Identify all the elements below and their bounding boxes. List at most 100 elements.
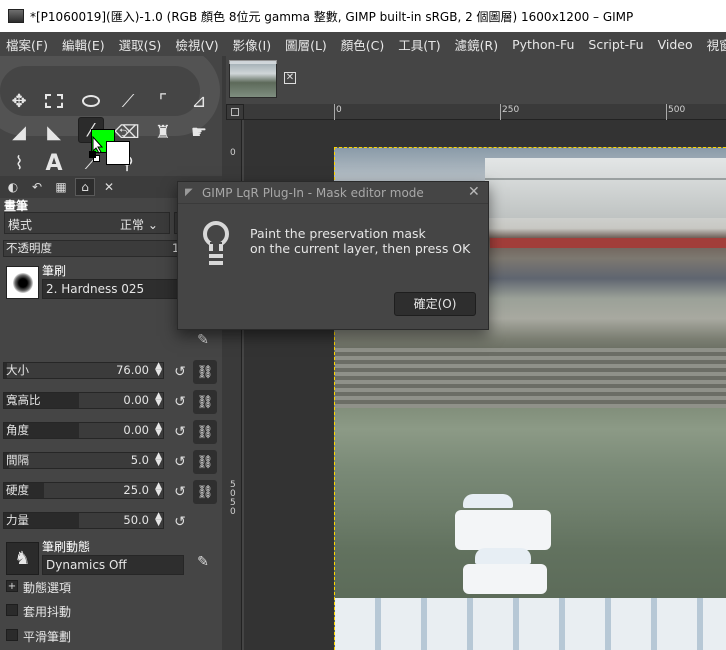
crop-tool-icon[interactable]: ⌜ <box>150 88 176 114</box>
mode-label: 模式 <box>8 218 33 232</box>
menu-python-fu[interactable]: Python-Fu <box>506 37 582 52</box>
horizontal-ruler[interactable]: 0 250 500 <box>244 104 726 120</box>
menu-windows[interactable]: 視窗 <box>701 35 726 54</box>
link-hardness-icon[interactable]: ⛓ <box>193 480 217 504</box>
reset-aspect-icon[interactable]: ↺ <box>170 392 190 412</box>
brush-name-field[interactable]: 2. Hardness 025 <box>42 279 184 299</box>
quick-mask-toggle[interactable] <box>226 104 244 120</box>
chevron-down-icon: ⌄ <box>147 218 158 232</box>
reset-size-icon[interactable]: ↺ <box>170 362 190 382</box>
reset-spacing-icon[interactable]: ↺ <box>170 452 190 472</box>
link-aspect-icon[interactable]: ⛓ <box>193 390 217 414</box>
gimp-app-icon <box>8 9 24 23</box>
image-tab-thumbnail[interactable] <box>229 60 277 98</box>
dynamics-label: 筆刷動態 <box>42 540 91 554</box>
swan-boat <box>455 510 551 550</box>
dynamics-preview-icon[interactable]: ♞ <box>6 542 39 575</box>
aspect-ratio-slider[interactable]: 寬高比 0.00 ▲ ▼ <box>3 392 164 409</box>
warp-transform-tool-icon[interactable]: ◢ <box>6 119 32 145</box>
image-tabs-bar <box>226 56 726 104</box>
edit-dynamics-icon[interactable]: ✎ <box>193 552 213 572</box>
window-title: *[P1060019](匯入)-1.0 (RGB 顏色 8位元 gamma 整數… <box>30 9 634 24</box>
dialog-message: Paint the preservation mask on the curre… <box>250 226 471 256</box>
move-tool-icon[interactable]: ✥ <box>6 88 32 114</box>
close-icon[interactable]: ✕ <box>468 184 480 200</box>
menu-file[interactable]: 檔案(F) <box>0 35 56 54</box>
spin-arrows-icon[interactable]: ▲ ▼ <box>155 512 162 528</box>
lightbulb-icon <box>200 218 232 270</box>
smooth-stroke-checkbox[interactable] <box>6 629 18 641</box>
tool-options-tab-icon[interactable]: ◐ <box>3 178 23 196</box>
close-image-tab-icon[interactable]: ✕ <box>284 72 296 84</box>
fuzzy-select-tool-icon[interactable]: ⟋ <box>115 88 141 114</box>
reset-hardness-icon[interactable]: ↺ <box>170 482 190 502</box>
building-wall <box>485 158 726 218</box>
hardness-slider[interactable]: 硬度 25.0 ▲ ▼ <box>3 482 164 499</box>
mode-value: 正常 ⌄ <box>120 218 158 232</box>
apply-jitter-checkbox[interactable] <box>6 604 18 616</box>
link-size-icon[interactable]: ⛓ <box>193 360 217 384</box>
edit-brush-icon[interactable]: ✎ <box>193 330 213 350</box>
dialog-titlebar[interactable]: ◤ GIMP LqR Plug-In - Mask editor mode ✕ <box>178 182 488 204</box>
boat-canopy <box>463 494 513 508</box>
boat-pier <box>335 598 726 650</box>
text-tool-icon[interactable]: A <box>41 150 67 176</box>
lqr-mask-editor-dialog: ◤ GIMP LqR Plug-In - Mask editor mode ✕ … <box>177 181 489 330</box>
riverside-steps <box>335 348 726 408</box>
link-angle-icon[interactable]: ⛓ <box>193 420 217 444</box>
menu-filters[interactable]: 濾鏡(R) <box>449 35 506 54</box>
reset-angle-icon[interactable]: ↺ <box>170 422 190 442</box>
window-titlebar: *[P1060019](匯入)-1.0 (RGB 顏色 8位元 gamma 整數… <box>0 0 726 32</box>
spin-arrows-icon[interactable]: ▲ ▼ <box>155 422 162 438</box>
menu-colors[interactable]: 顏色(C) <box>335 35 392 54</box>
undo-history-tab-icon[interactable]: ↶ <box>27 178 47 196</box>
menu-script-fu[interactable]: Script-Fu <box>582 37 651 52</box>
dynamics-name-field[interactable]: Dynamics Off <box>42 555 184 575</box>
device-status-tab-icon[interactable]: ⌂ <box>75 178 95 196</box>
swap-colors-icon[interactable]: ⮌ <box>119 124 128 143</box>
paths-tool-icon[interactable]: ⌇ <box>6 150 32 176</box>
swan-boat <box>463 564 547 594</box>
spin-arrows-icon[interactable]: ▲ ▼ <box>155 362 162 378</box>
dynamics-options-label: 動態選項 <box>23 581 72 595</box>
red-roof <box>490 238 726 248</box>
brush-preview[interactable] <box>6 266 39 299</box>
force-slider[interactable]: 力量 50.0 ▲ ▼ <box>3 512 164 529</box>
smooth-stroke-label: 平滑筆劃 <box>23 630 72 644</box>
images-tab-icon[interactable]: ▦ <box>51 178 71 196</box>
size-slider[interactable]: 大小 76.00 ▲ ▼ <box>3 362 164 379</box>
gimp-dialog-icon: ◤ <box>185 187 193 198</box>
menu-video[interactable]: Video <box>652 37 701 52</box>
brush-label: 筆刷 <box>42 264 67 278</box>
boat-canopy <box>475 548 531 564</box>
link-spacing-icon[interactable]: ⛓ <box>193 450 217 474</box>
opacity-label: 不透明度 <box>6 241 52 255</box>
spacing-slider[interactable]: 間隔 5.0 ▲ ▼ <box>3 452 164 469</box>
dialog-title: GIMP LqR Plug-In - Mask editor mode <box>202 186 424 200</box>
dynamics-options-expander[interactable]: + <box>6 580 18 592</box>
menu-bar: 檔案(F) 編輯(E) 選取(S) 檢視(V) 影像(I) 圖層(L) 顏色(C… <box>0 32 726 56</box>
menu-layer[interactable]: 圖層(L) <box>279 35 335 54</box>
reset-force-icon[interactable]: ↺ <box>170 512 190 532</box>
opacity-slider[interactable]: 不透明度 1 <box>3 240 183 257</box>
menu-tools[interactable]: 工具(T) <box>392 35 448 54</box>
apply-jitter-label: 套用抖動 <box>23 605 72 619</box>
smudge-tool-icon[interactable]: ☛ <box>186 119 212 145</box>
angle-slider[interactable]: 角度 0.00 ▲ ▼ <box>3 422 164 439</box>
menu-view[interactable]: 檢視(V) <box>169 35 226 54</box>
menu-image[interactable]: 影像(I) <box>227 35 279 54</box>
background-color-swatch[interactable] <box>106 141 130 165</box>
bucket-fill-tool-icon[interactable]: ◣ <box>41 119 67 145</box>
unified-transform-tool-icon[interactable]: ⊿ <box>186 88 212 114</box>
lasso-tool-icon[interactable] <box>78 88 104 114</box>
tool-presets-tab-icon[interactable]: ✕ <box>99 178 119 196</box>
clone-tool-icon[interactable]: ♜ <box>150 119 176 145</box>
ok-button[interactable]: 確定(O) <box>394 292 476 316</box>
spin-arrows-icon[interactable]: ▲ ▼ <box>155 482 162 498</box>
menu-edit[interactable]: 編輯(E) <box>56 35 113 54</box>
mouse-pointer-icon <box>92 135 104 157</box>
menu-select[interactable]: 選取(S) <box>113 35 170 54</box>
rect-select-tool-icon[interactable] <box>41 88 67 114</box>
spin-arrows-icon[interactable]: ▲ ▼ <box>155 452 162 468</box>
spin-arrows-icon[interactable]: ▲ ▼ <box>155 392 162 408</box>
